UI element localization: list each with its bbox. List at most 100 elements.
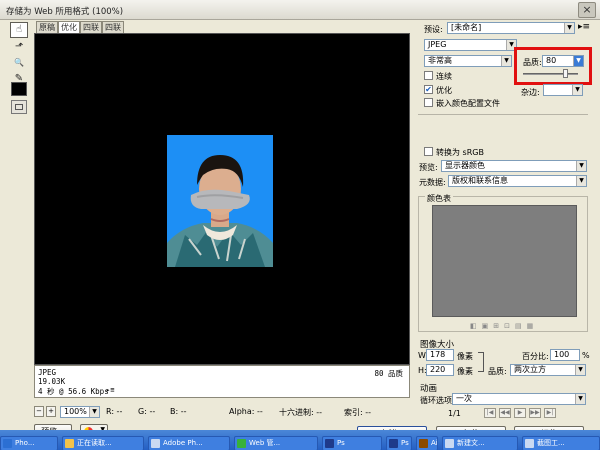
zoom-out-button[interactable]: − bbox=[34, 406, 44, 417]
folder-icon bbox=[65, 439, 74, 448]
loop-label: 循环选项: bbox=[420, 396, 455, 405]
info-quality: 80 品质 bbox=[374, 369, 403, 378]
chevron-down-icon: ▼ bbox=[576, 176, 586, 186]
window-icon bbox=[445, 439, 454, 448]
chevron-down-icon: ▼ bbox=[572, 85, 582, 95]
prev-frame-button[interactable]: ◀◀ bbox=[499, 408, 511, 418]
divider bbox=[418, 114, 588, 115]
first-frame-button[interactable]: |◀ bbox=[484, 408, 496, 418]
embed-profile-checkbox[interactable] bbox=[424, 98, 433, 107]
hand-tool-icon[interactable]: ☝ bbox=[10, 22, 28, 38]
loop-select[interactable]: 一次 ▼ bbox=[452, 393, 586, 405]
app-icon bbox=[3, 439, 12, 448]
animation-title: 动画 bbox=[420, 384, 438, 394]
readout-b: B: -- bbox=[170, 407, 187, 416]
progressive-checkbox[interactable] bbox=[424, 71, 433, 80]
window-icon bbox=[151, 439, 160, 448]
height-unit: 像素 bbox=[457, 367, 473, 376]
color-table-controls[interactable]: ◧▣⊞⊡▤▦ bbox=[470, 322, 570, 330]
progressive-label: 连续 bbox=[436, 72, 452, 81]
chevron-down-icon: ▼ bbox=[564, 23, 574, 33]
resample-quality-select[interactable]: 两次立方 ▼ bbox=[510, 364, 586, 376]
taskbar-item[interactable]: Ps bbox=[322, 436, 382, 450]
percent-label: 百分比: bbox=[522, 352, 549, 361]
optimized-checkbox[interactable]: ✔ bbox=[424, 85, 433, 94]
embed-profile-label: 嵌入颜色配置文件 bbox=[436, 99, 500, 108]
photoshop-icon bbox=[325, 439, 334, 448]
info-size: 19.03K bbox=[38, 377, 66, 386]
chevron-down-icon: ▼ bbox=[575, 394, 585, 404]
chevron-down-icon: ▼ bbox=[575, 365, 585, 375]
info-download-time: 4 秒 @ 56.6 Kbps bbox=[38, 387, 109, 396]
optimize-menu-icon[interactable]: ▸≡ bbox=[578, 22, 590, 34]
taskbar-item[interactable]: Pho... bbox=[0, 436, 58, 450]
taskbar-item[interactable]: Ai bbox=[416, 436, 438, 450]
close-button[interactable]: × bbox=[578, 2, 596, 18]
browser-icon bbox=[237, 439, 246, 448]
portrait-image bbox=[167, 135, 273, 267]
optimized-label: 优化 bbox=[436, 86, 452, 95]
convert-srgb-label: 转换为 sRGB bbox=[436, 148, 484, 157]
taskbar-item[interactable]: Ps bbox=[386, 436, 412, 450]
last-frame-button[interactable]: ▶| bbox=[544, 408, 556, 418]
readout-hex: 十六进制: -- bbox=[279, 408, 323, 417]
quality-input[interactable]: 80 ▼ bbox=[542, 55, 584, 67]
readout-g: G: -- bbox=[138, 407, 156, 416]
taskbar-item[interactable]: Web 管... bbox=[234, 436, 318, 450]
preview-label: 预览: bbox=[419, 163, 438, 172]
chevron-down-icon: ▼ bbox=[501, 56, 511, 66]
taskbar-item[interactable]: 新建文... bbox=[442, 436, 518, 450]
taskbar-item[interactable]: 正在读取... bbox=[62, 436, 144, 450]
next-frame-button[interactable]: ▶▶ bbox=[529, 408, 541, 418]
id-photo-preview bbox=[167, 135, 273, 267]
chevron-down-icon: ▼ bbox=[573, 56, 583, 66]
image-info-panel: JPEG 19.03K 4 秒 @ 56.6 Kbps ▸≡ 80 品质 bbox=[34, 365, 410, 398]
percent-input[interactable]: 100 bbox=[550, 349, 580, 361]
preview-canvas[interactable] bbox=[34, 33, 410, 365]
readout-r: R: -- bbox=[106, 407, 123, 416]
constrain-proportions-link-icon[interactable] bbox=[478, 352, 484, 372]
matte-select[interactable]: ▼ bbox=[543, 84, 583, 96]
percent-unit: % bbox=[582, 351, 590, 360]
taskbar-item[interactable]: 截图工... bbox=[522, 436, 600, 450]
title-bar: 存储为 Web 所用格式 (100%) × bbox=[0, 0, 600, 20]
color-table[interactable] bbox=[432, 205, 577, 317]
frame-counter: 1/1 bbox=[448, 409, 461, 418]
quality-label: 品质: bbox=[523, 58, 542, 67]
preset-select[interactable]: [未命名] ▼ bbox=[447, 22, 575, 34]
metadata-select[interactable]: 版权和联系信息 ▼ bbox=[448, 175, 587, 187]
eyedropper-color-swatch[interactable] bbox=[11, 82, 27, 96]
resample-quality-label: 品质: bbox=[488, 367, 507, 376]
windows-taskbar: Pho... 正在读取... Adobe Ph... Web 管... Ps P… bbox=[0, 430, 600, 450]
preview-color-select[interactable]: 显示器颜色 ▼ bbox=[441, 160, 587, 172]
window-title: 存储为 Web 所用格式 (100%) bbox=[6, 7, 124, 17]
photoshop-icon bbox=[389, 439, 398, 448]
close-icon: × bbox=[582, 3, 592, 16]
window-icon bbox=[525, 439, 534, 448]
metadata-label: 元数据: bbox=[419, 178, 446, 187]
height-input[interactable]: 220 bbox=[426, 364, 454, 376]
color-table-label: 颜色表 bbox=[425, 193, 453, 204]
compression-quality-select[interactable]: 非常高 ▼ bbox=[424, 55, 512, 67]
format-select[interactable]: JPEG ▼ bbox=[424, 39, 517, 51]
width-input[interactable]: 178 bbox=[426, 349, 454, 361]
play-button[interactable]: ▶ bbox=[514, 408, 526, 418]
readout-index: 索引: -- bbox=[344, 408, 372, 417]
width-unit: 像素 bbox=[457, 352, 473, 361]
illustrator-icon bbox=[419, 439, 428, 448]
readout-alpha: Alpha: -- bbox=[229, 407, 263, 416]
zoom-tool-icon[interactable]: 🔍 bbox=[10, 55, 28, 71]
convert-srgb-checkbox[interactable] bbox=[424, 147, 433, 156]
quality-slider-track[interactable] bbox=[523, 73, 578, 75]
matte-label: 杂边: bbox=[521, 88, 540, 97]
slice-select-tool-icon[interactable]: ⬏ bbox=[10, 39, 28, 55]
quality-slider-thumb[interactable] bbox=[563, 69, 568, 78]
toggle-slices-icon[interactable] bbox=[11, 100, 27, 114]
chevron-down-icon: ▼ bbox=[89, 407, 99, 417]
status-bar: − + 100% ▼ R: -- G: -- B: -- Alpha: -- 十六… bbox=[34, 406, 410, 420]
download-rate-menu-icon[interactable]: ▸≡ bbox=[106, 386, 114, 394]
chevron-down-icon: ▼ bbox=[576, 161, 586, 171]
zoom-select[interactable]: 100% ▼ bbox=[60, 406, 100, 418]
taskbar-item[interactable]: Adobe Ph... bbox=[148, 436, 230, 450]
zoom-in-button[interactable]: + bbox=[46, 406, 56, 417]
